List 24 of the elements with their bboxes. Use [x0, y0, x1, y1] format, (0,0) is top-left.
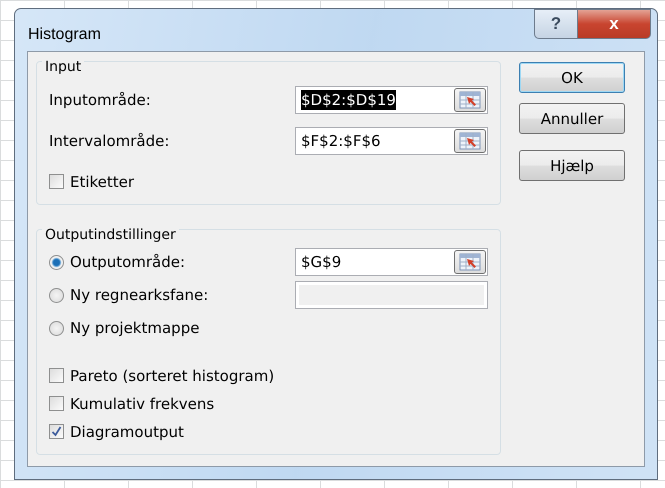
window-title: Histogram — [28, 26, 101, 44]
field-label: Inputområde: — [49, 91, 151, 109]
checkbox[interactable] — [49, 396, 64, 411]
checkbox[interactable] — [49, 368, 64, 383]
radio-label: Ny projektmappe — [70, 319, 200, 337]
radio-label: Ny regnearksfane: — [70, 286, 208, 304]
checkbox[interactable] — [49, 424, 64, 439]
radio-button[interactable] — [49, 320, 64, 336]
group-title: Input — [42, 60, 84, 74]
radio-button[interactable] — [49, 254, 64, 270]
close-button[interactable]: x — [577, 9, 651, 39]
help-button[interactable]: ? — [534, 9, 577, 39]
checkbox-label: Diagramoutput — [70, 422, 184, 440]
field-label: Intervalområde: — [49, 132, 170, 150]
checkbox-label: Etiketter — [70, 172, 134, 190]
checkbox-label: Pareto (sorteret histogram) — [70, 366, 274, 384]
radio-label: Outputområde: — [70, 253, 186, 271]
group-title: Outputindstillinger — [42, 228, 179, 242]
checkbox[interactable] — [49, 174, 64, 189]
dialog-button[interactable]: Hjælp — [519, 150, 625, 181]
radio-button[interactable] — [49, 288, 64, 302]
dialog-button[interactable]: OK — [519, 62, 625, 93]
checkbox-label: Kumulativ frekvens — [70, 394, 214, 412]
dialog-button[interactable]: Annuller — [519, 103, 625, 134]
